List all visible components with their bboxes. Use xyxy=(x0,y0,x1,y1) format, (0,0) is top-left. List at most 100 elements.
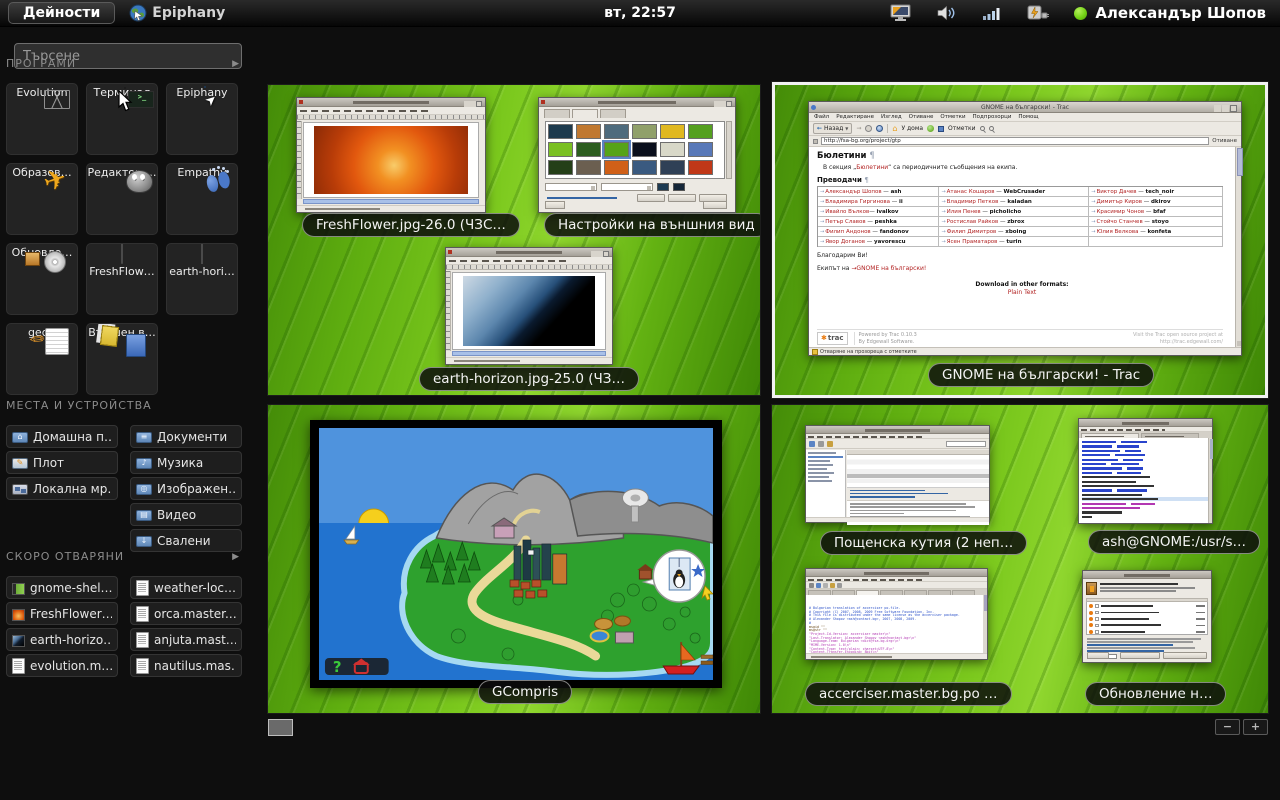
app-epiphany[interactable]: Epiphany xyxy=(166,83,238,155)
gimp-ruler xyxy=(446,271,451,351)
wallpaper-thumbnail xyxy=(688,160,713,175)
window-epiphany-trac[interactable]: GNOME на български! - Trac ФайлРедактира… xyxy=(808,101,1242,356)
window-label: GCompris xyxy=(478,680,572,704)
wallpaper-thumbnail xyxy=(660,178,685,179)
place-pictures[interactable]: Изображен… xyxy=(130,477,242,500)
gimp-menubar xyxy=(446,257,612,265)
app-grid: Evolution Терминал Epiphany Образов… Ред… xyxy=(6,83,240,395)
place-desktop[interactable]: Плот xyxy=(6,451,118,474)
image-thumb-orange-icon xyxy=(12,609,25,621)
browser-statusbar: Отваряне на прозореца с отметките xyxy=(809,347,1241,355)
expand-arrow-icon[interactable]: ▶ xyxy=(232,59,240,69)
recent-weather[interactable]: weather-loc… xyxy=(130,576,242,599)
network-signal-icon[interactable] xyxy=(982,5,1002,21)
place-home[interactable]: Домашна п… xyxy=(6,425,118,448)
statusbar xyxy=(446,357,612,364)
menu-item: Отметки xyxy=(940,114,965,120)
home-folder-icon xyxy=(12,430,28,443)
window-label: FreshFlower.jpg-26.0 (ЧЗС… xyxy=(302,213,520,237)
recent-label: earth-horizo… xyxy=(30,633,112,647)
app-label: earth-hori… xyxy=(167,265,237,278)
app-empathy[interactable]: Empathy xyxy=(166,163,238,235)
app-freshflower[interactable]: FreshFlow… xyxy=(86,243,158,315)
recent-gnome-shell[interactable]: gnome-shel… xyxy=(6,576,118,599)
gimp-canvas xyxy=(303,122,479,198)
app-evolution[interactable]: Evolution xyxy=(6,83,78,155)
app-gimp[interactable]: Редактор … xyxy=(86,163,158,235)
expand-arrow-icon[interactable]: ▶ xyxy=(232,552,240,562)
activities-button[interactable]: Дейности xyxy=(8,2,115,24)
display-icon[interactable] xyxy=(890,4,912,22)
window-evolution-inbox[interactable] xyxy=(805,425,990,523)
workspace-3[interactable]: ? GCompris xyxy=(268,405,760,713)
volume-icon[interactable] xyxy=(936,4,958,22)
menubar xyxy=(1079,427,1212,432)
update-buttons xyxy=(1087,652,1207,659)
workspace-2-active[interactable]: GNOME на български! - Trac ФайлРедактира… xyxy=(772,82,1268,398)
place-downloads[interactable]: Свалени xyxy=(130,529,242,552)
recent-evolution[interactable]: evolution.m… xyxy=(6,654,118,677)
app-label: Външен в… xyxy=(87,326,157,339)
wallpaper-thumbnail xyxy=(632,160,657,175)
home-icon: ⌂ xyxy=(892,124,897,133)
document-icon xyxy=(12,658,25,674)
translator-cell: Ясен Праматаров — turin xyxy=(939,237,1089,247)
recent-freshflower[interactable]: FreshFlower… xyxy=(6,602,118,625)
gnome-shell-overview: Дейности Epiphany вт, 22:57 xyxy=(0,0,1280,800)
recent-nautilus[interactable]: nautilus.mas… xyxy=(130,654,242,677)
section-places-label: МЕСТА И УСТРОЙСТВА xyxy=(6,399,152,412)
window-terminal[interactable] xyxy=(1078,418,1213,524)
recent-label: nautilus.mas… xyxy=(154,659,236,673)
window-titlebar xyxy=(446,248,612,257)
tab-background xyxy=(572,109,598,118)
window-update-manager[interactable] xyxy=(1082,570,1212,663)
team-link: →GNOME на български! xyxy=(851,265,926,272)
window-gcompris[interactable]: ? xyxy=(310,420,722,688)
terminal-output xyxy=(1079,438,1212,523)
app-earthimage[interactable]: earth-hori… xyxy=(166,243,238,315)
window-gimp-earth-horizon[interactable] xyxy=(445,247,613,365)
plain-text-link: Plain Text xyxy=(817,289,1227,296)
statusbar xyxy=(806,517,989,522)
scrollbar xyxy=(303,199,479,204)
window-gimp-freshflower[interactable] xyxy=(296,97,486,213)
workspace-1[interactable]: FreshFlower.jpg-26.0 (ЧЗС… Настройки на … xyxy=(268,85,760,395)
remove-workspace-button[interactable]: − xyxy=(1215,719,1240,735)
app-gcompris[interactable]: Образов… xyxy=(6,163,78,235)
recent-earth[interactable]: earth-horizo… xyxy=(6,628,118,651)
battery-icon[interactable] xyxy=(1026,4,1050,22)
place-music[interactable]: Музика xyxy=(130,451,242,474)
forward-arrow-icon: → xyxy=(856,125,861,132)
statusbar xyxy=(806,653,987,659)
documents-folder-icon xyxy=(136,430,152,443)
translator-cell: Филип Андонов — fandonov xyxy=(818,227,939,237)
recent-orca[interactable]: orca.master.… xyxy=(130,602,242,625)
menu-item: Подпрозорци xyxy=(973,114,1012,120)
workspace-indicator[interactable] xyxy=(268,719,293,736)
user-menu[interactable]: Александър Шопов xyxy=(1074,4,1266,22)
app-gedit[interactable]: gedit xyxy=(6,323,78,395)
workspace-4[interactable]: # Bulgarian translation of accerciser po… xyxy=(772,405,1268,713)
style-select xyxy=(545,183,597,191)
translator-cell: Явор Доганов — yavorescu xyxy=(818,237,939,247)
window-gedit-po-file[interactable]: # Bulgarian translation of accerciser po… xyxy=(805,568,988,660)
po-file-text: # Bulgarian translation of accerciser po… xyxy=(806,595,983,653)
window-appearance-preferences[interactable] xyxy=(538,97,736,213)
recent-anjuta[interactable]: anjuta.mast… xyxy=(130,628,242,651)
window-label: earth-horizon.jpg-25.0 (ЧЗ… xyxy=(419,367,639,391)
place-videos[interactable]: Видео xyxy=(130,503,242,526)
appearance-tabs xyxy=(539,107,735,118)
scrollbar xyxy=(1208,438,1212,523)
image-thumb-earth-icon xyxy=(12,635,25,647)
place-documents[interactable]: Документи xyxy=(130,425,242,448)
stop-icon xyxy=(865,125,872,132)
place-network[interactable]: Локална мр… xyxy=(6,477,118,500)
app-menu[interactable]: Epiphany xyxy=(129,4,225,22)
reload-icon xyxy=(876,125,883,132)
app-updates[interactable]: Обновле… xyxy=(6,243,78,315)
clock[interactable]: вт, 22:57 xyxy=(604,5,676,21)
document-icon xyxy=(136,606,149,622)
app-appearance[interactable]: Външен в… xyxy=(86,323,158,395)
add-workspace-button[interactable]: + xyxy=(1243,719,1268,735)
translator-cell: Илия Пенев — picholicho xyxy=(939,207,1089,217)
